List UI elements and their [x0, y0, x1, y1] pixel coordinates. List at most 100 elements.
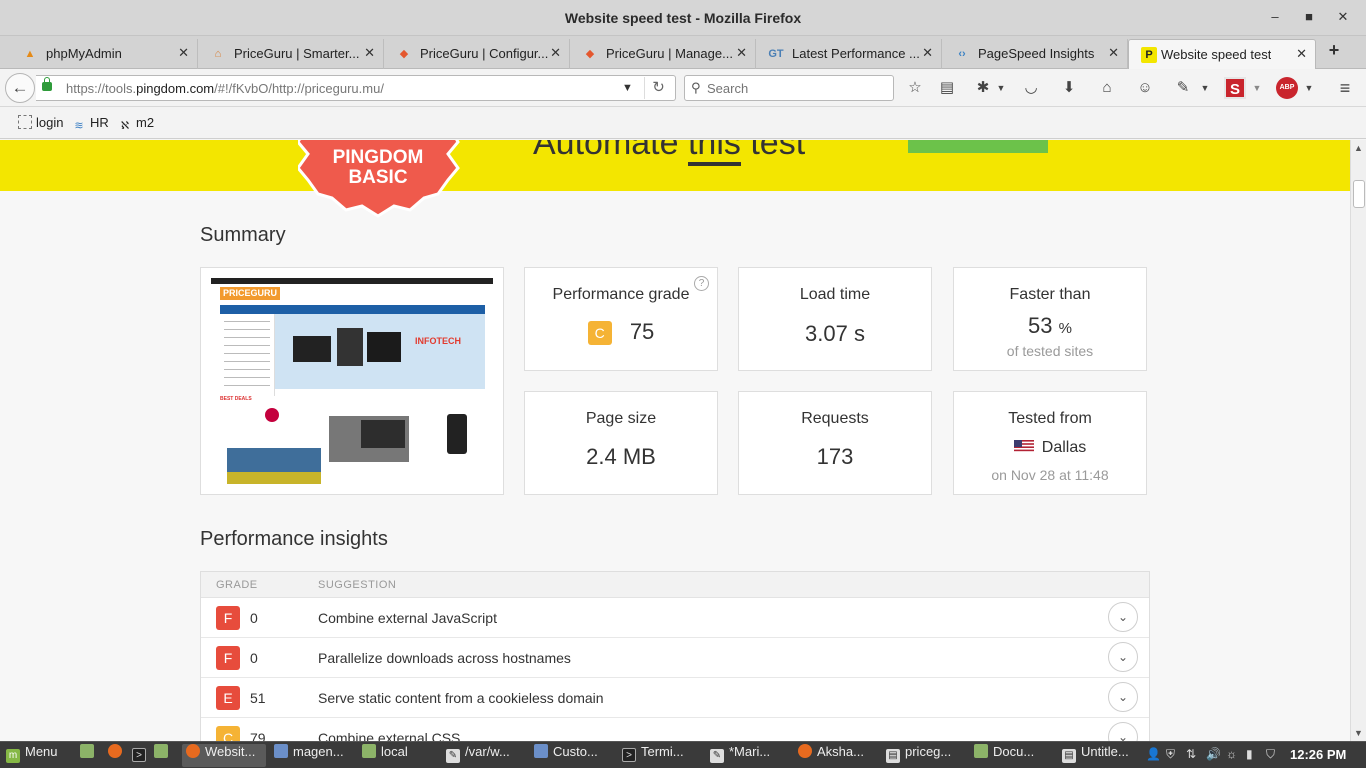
- performance-insights-title: Performance insights: [200, 528, 388, 550]
- chevron-down-icon[interactable]: ⌄: [1108, 682, 1138, 712]
- show-desktop-launcher[interactable]: [76, 744, 98, 767]
- clock[interactable]: 12:26 PM: [1290, 747, 1346, 762]
- close-tab-icon[interactable]: ✕: [178, 45, 189, 61]
- task-magento[interactable]: magen...: [270, 744, 354, 767]
- home-icon[interactable]: ⌂: [1096, 77, 1118, 99]
- battery-icon[interactable]: ▮: [1246, 747, 1253, 761]
- chat-app-icon: [798, 744, 812, 758]
- navigation-toolbar: https://tools.pingdom.com/#!/fKvbO/http:…: [0, 69, 1366, 107]
- s-extension-dropdown-icon[interactable]: ▼: [1246, 77, 1268, 99]
- performance-grade-card: ? Performance grade C 75: [524, 267, 718, 371]
- tab-pagespeed[interactable]: ‹› PageSpeed Insights ✕: [942, 39, 1128, 69]
- task-marika[interactable]: ✎ *Mari...: [706, 744, 790, 767]
- insight-suggestion: Parallelize downloads across hostnames: [318, 650, 571, 666]
- faster-than-sub: of tested sites: [1006, 343, 1094, 359]
- automate-button[interactable]: [908, 140, 1048, 153]
- volume-icon[interactable]: 🔊: [1206, 747, 1221, 761]
- insight-row[interactable]: E 51 Serve static content from a cookiel…: [201, 678, 1149, 718]
- tested-from-location: Dallas: [954, 439, 1146, 457]
- reading-list-icon[interactable]: ▤: [936, 77, 958, 99]
- search-input[interactable]: [707, 79, 887, 97]
- col-grade: GRADE: [216, 579, 258, 591]
- tab-label: PriceGuru | Smarter...: [234, 46, 360, 61]
- close-tab-icon[interactable]: ✕: [364, 45, 375, 61]
- insight-row[interactable]: F 0 Parallelize downloads across hostnam…: [201, 638, 1149, 678]
- close-tab-icon[interactable]: ✕: [736, 45, 747, 61]
- task-akshay[interactable]: Aksha...: [794, 744, 878, 767]
- terminal-launcher[interactable]: >: [128, 744, 150, 767]
- hamburger-menu-icon[interactable]: ≡: [1334, 77, 1356, 99]
- bookmark-star-icon[interactable]: ☆: [904, 77, 926, 99]
- close-window-button[interactable]: ✕: [1334, 8, 1352, 26]
- close-tab-icon[interactable]: ✕: [550, 45, 561, 61]
- insight-row[interactable]: F 0 Combine external JavaScript ⌄: [201, 598, 1149, 638]
- task-custom[interactable]: Custo...: [530, 744, 614, 767]
- maximize-button[interactable]: ■: [1300, 8, 1318, 26]
- tab-priceguru-configure[interactable]: ◆ PriceGuru | Configur... ✕: [384, 39, 570, 69]
- search-box[interactable]: ⚲: [684, 75, 894, 101]
- url-history-dropdown-icon[interactable]: ▼: [622, 82, 633, 94]
- network-icon[interactable]: ⇅: [1186, 747, 1196, 761]
- scrollbar-thumb[interactable]: [1353, 180, 1365, 208]
- adblock-dropdown-icon[interactable]: ▼: [1298, 77, 1320, 99]
- brightness-icon[interactable]: ☼: [1226, 747, 1237, 761]
- url-bar[interactable]: https://tools.pingdom.com/#!/fKvbO/http:…: [36, 75, 676, 101]
- vertical-scrollbar[interactable]: ▲ ▼: [1350, 140, 1366, 741]
- chevron-down-icon[interactable]: ⌄: [1108, 642, 1138, 672]
- chevron-down-icon[interactable]: ⌄: [1108, 722, 1138, 741]
- eyedropper-icon[interactable]: ✎: [1172, 77, 1194, 99]
- faster-than-card: Faster than 53 % of tested sites: [953, 267, 1147, 371]
- chat-icon[interactable]: ☺: [1134, 77, 1156, 99]
- tab-latest-performance[interactable]: GT Latest Performance ... ✕: [756, 39, 942, 69]
- update-icon[interactable]: ⛨: [1166, 747, 1175, 762]
- task-documents[interactable]: Docu...: [970, 744, 1054, 767]
- tab-priceguru-smarter[interactable]: ⌂ PriceGuru | Smarter... ✕: [198, 39, 384, 69]
- scroll-up-icon[interactable]: ▲: [1354, 143, 1363, 153]
- tab-website-speed-test[interactable]: P Website speed test ✕: [1128, 39, 1316, 70]
- task-local[interactable]: local: [358, 744, 438, 767]
- minimize-button[interactable]: –: [1266, 8, 1284, 26]
- download-icon[interactable]: ⬇: [1058, 77, 1080, 99]
- grade-badge: E: [216, 686, 240, 710]
- firefox-icon: [186, 744, 200, 758]
- task-untitled[interactable]: ▤ Untitle...: [1058, 744, 1142, 767]
- reload-icon[interactable]: ↻: [644, 77, 672, 99]
- bookmark-m2[interactable]: ℵ m2: [118, 115, 154, 133]
- insight-row[interactable]: C 79 Combine external CSS ⌄: [201, 718, 1149, 741]
- task-website-speed-test[interactable]: Websit...: [182, 744, 266, 767]
- bookmark-login[interactable]: login: [18, 115, 63, 130]
- bookmark-hr[interactable]: ≋ HR: [72, 115, 108, 133]
- tab-phpmyadmin[interactable]: ▲ phpMyAdmin ✕: [10, 39, 198, 69]
- pingdom-basic-badge: PINGDOM BASIC: [298, 140, 466, 218]
- task-priceguru[interactable]: ▤ priceg...: [882, 744, 966, 767]
- adblock-icon[interactable]: ABP: [1276, 77, 1298, 99]
- tab-priceguru-manage[interactable]: ◆ PriceGuru | Manage... ✕: [570, 39, 756, 69]
- files-launcher[interactable]: [150, 744, 172, 767]
- task-var-www[interactable]: ✎/var/w...: [442, 744, 526, 767]
- pocket-icon[interactable]: ◡: [1020, 77, 1042, 99]
- close-tab-icon[interactable]: ✕: [922, 45, 933, 61]
- firefox-launcher[interactable]: [104, 744, 126, 767]
- pagespeed-icon: ‹›: [958, 48, 966, 60]
- m2-site-icon: ℵ: [120, 120, 130, 132]
- box-icon: [274, 744, 288, 758]
- close-tab-icon[interactable]: ✕: [1108, 45, 1119, 61]
- start-menu-button[interactable]: m Menu: [2, 744, 68, 767]
- s-extension-icon[interactable]: S: [1224, 77, 1246, 99]
- chevron-down-icon[interactable]: ⌄: [1108, 602, 1138, 632]
- back-button[interactable]: ←: [5, 73, 35, 103]
- insights-table-header: GRADE SUGGESTION: [201, 572, 1149, 598]
- user-icon[interactable]: 👤: [1146, 747, 1161, 761]
- url-text[interactable]: https://tools.pingdom.com/#!/fKvbO/http:…: [66, 81, 384, 96]
- tab-label: phpMyAdmin: [46, 46, 122, 61]
- folder-icon: [154, 744, 168, 758]
- task-terminal[interactable]: > Termi...: [618, 744, 702, 767]
- cart-icon: ⌂: [214, 48, 222, 60]
- requests-label: Requests: [801, 410, 869, 427]
- scroll-down-icon[interactable]: ▼: [1354, 728, 1363, 738]
- new-tab-button[interactable]: +: [1324, 40, 1344, 64]
- eyedropper-dropdown-icon[interactable]: ▼: [1194, 77, 1216, 99]
- close-tab-icon[interactable]: ✕: [1296, 46, 1307, 62]
- extension-dropdown-icon[interactable]: ▼: [990, 77, 1012, 99]
- shield-icon[interactable]: ⛉: [1266, 747, 1275, 762]
